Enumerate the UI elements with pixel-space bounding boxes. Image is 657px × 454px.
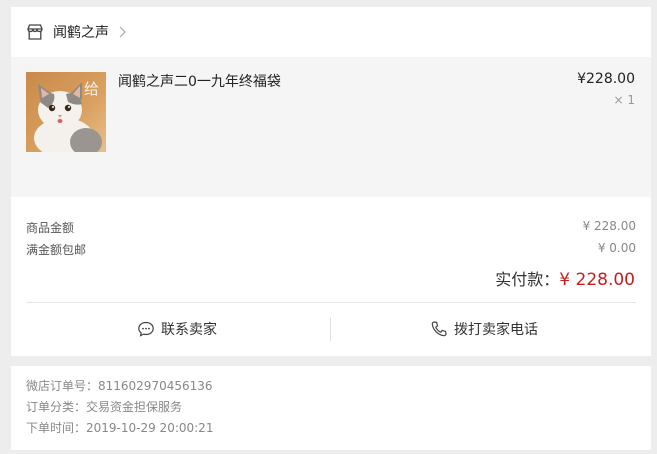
shop-name: 闻鹤之声 <box>53 25 109 41</box>
contact-seller-button[interactable]: 联系卖家 <box>137 317 217 341</box>
total-paid-amount: ¥ 228.00 <box>559 270 635 290</box>
thumbnail-overlay-text: 给 <box>84 80 100 98</box>
chevron-right-icon <box>117 25 129 39</box>
order-time: 下单时间：2019-10-29 20:00:21 <box>26 421 214 435</box>
shipping-value: ¥ 0.00 <box>597 241 636 255</box>
call-seller-button[interactable]: 拨打卖家电话 <box>430 317 538 341</box>
shipping-label: 满金额包邮 <box>26 243 87 257</box>
order-card: 闻鹤之声 给 闻鹤之声二0一九年终福袋 ¥228.00 × 1 商品金额 ¥ 2… <box>11 7 651 356</box>
product-item[interactable]: 给 闻鹤之声二0一九年终福袋 ¥228.00 × 1 <box>11 57 651 197</box>
product-quantity: × 1 <box>613 93 635 107</box>
goods-amount-value: ¥ 228.00 <box>582 219 636 233</box>
product-thumbnail[interactable]: 给 <box>26 72 106 152</box>
shipping-row: 满金额包邮 ¥ 0.00 <box>26 241 636 258</box>
order-category: 订单分类：交易资金担保服务 <box>26 400 183 414</box>
phone-icon <box>431 321 447 337</box>
store-icon <box>26 23 44 41</box>
divider <box>26 302 636 303</box>
goods-amount-label: 商品金额 <box>26 221 75 235</box>
order-number: 微店订单号：811602970456136 <box>26 379 213 393</box>
total-paid-label: 实付款： <box>495 270 560 289</box>
product-title[interactable]: 闻鹤之声二0一九年终福袋 <box>118 71 281 91</box>
product-price: ¥228.00 <box>577 71 635 87</box>
call-seller-label: 拨打卖家电话 <box>454 322 538 338</box>
order-info-card: 微店订单号：811602970456136 订单分类：交易资金担保服务 下单时间… <box>11 366 651 450</box>
total-paid: 实付款：¥ 228.00 <box>495 266 635 290</box>
contact-seller-label: 联系卖家 <box>161 322 217 338</box>
vertical-divider <box>330 317 331 341</box>
shop-header[interactable]: 闻鹤之声 <box>11 7 651 57</box>
chat-bubble-icon <box>138 321 154 337</box>
goods-amount-row: 商品金额 ¥ 228.00 <box>26 219 636 236</box>
